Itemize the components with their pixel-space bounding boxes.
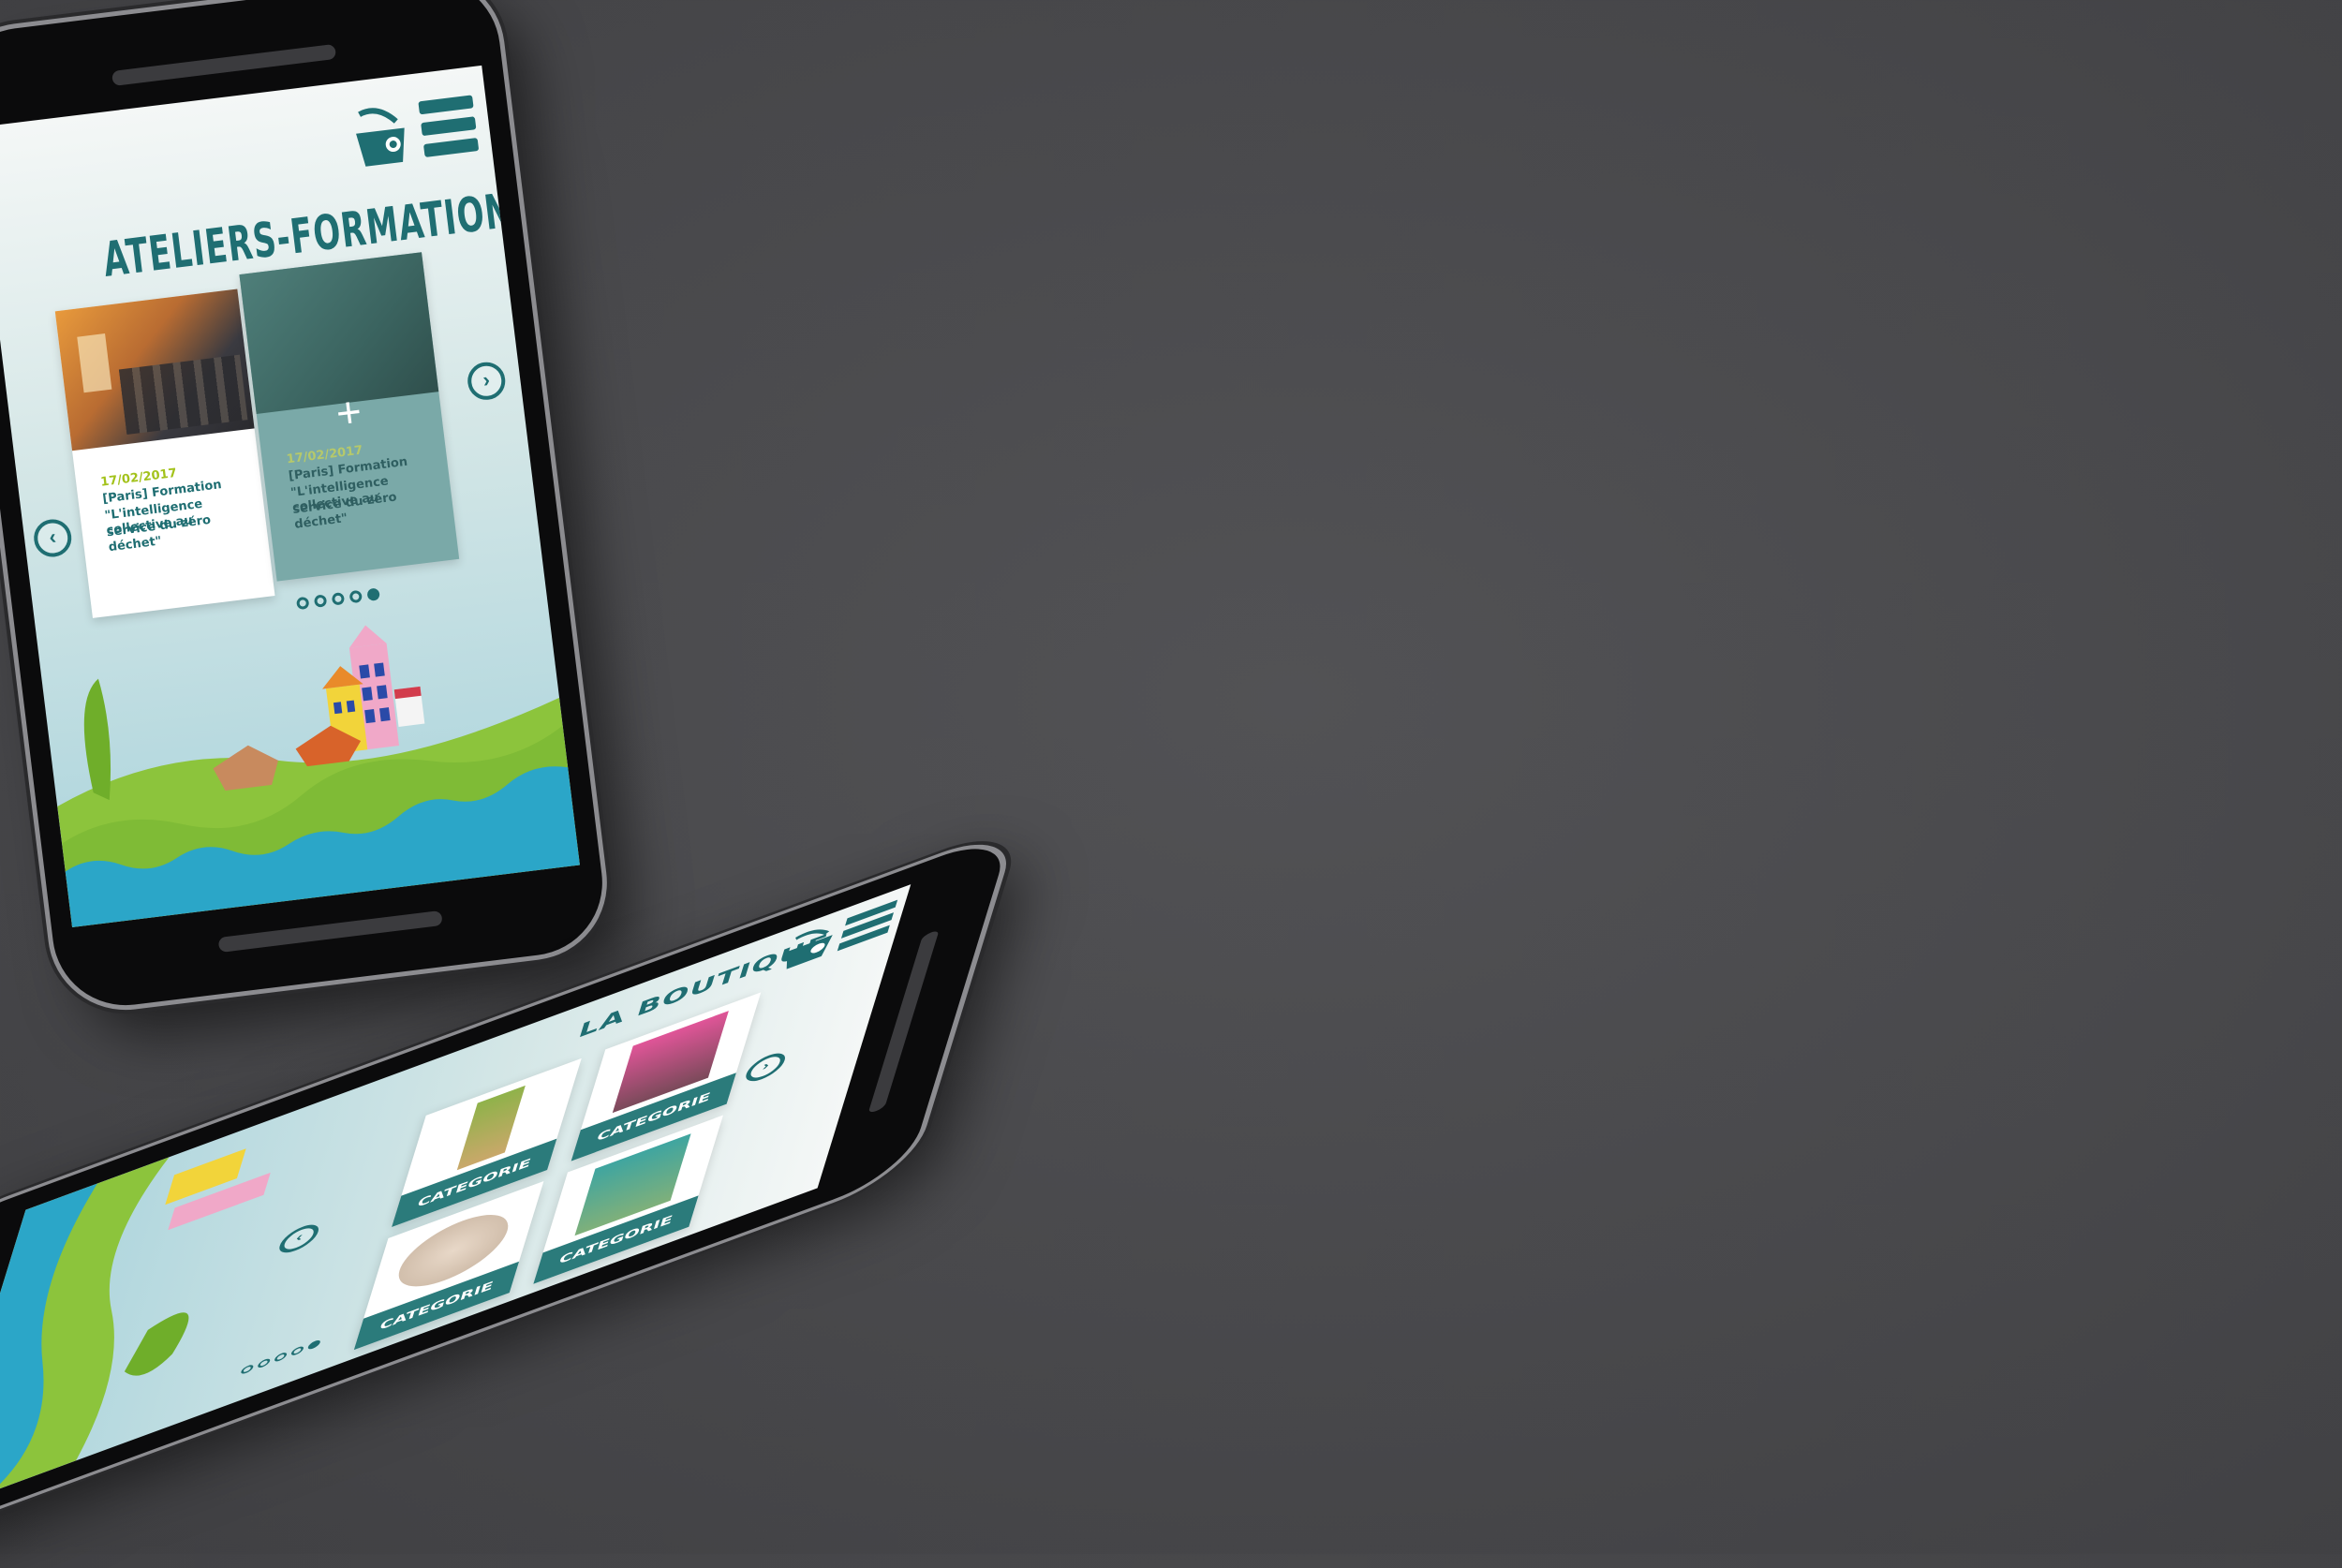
pagination-dot[interactable] xyxy=(273,1351,289,1364)
pagination-dot[interactable] xyxy=(289,1344,305,1357)
hamburger-menu-icon[interactable] xyxy=(837,899,898,952)
pagination-dot[interactable] xyxy=(348,589,363,604)
pagination-dot-active[interactable] xyxy=(306,1339,321,1351)
category-card[interactable]: CATEGORIE xyxy=(533,1115,723,1284)
event-card-hovered[interactable]: + 17/02/2017 [Paris] Formation "L'intell… xyxy=(239,252,460,582)
carousel-next-button[interactable]: › xyxy=(742,1048,789,1087)
pagination-dot[interactable] xyxy=(295,596,310,611)
carousel-prev-button[interactable]: ‹ xyxy=(31,517,74,559)
earpiece-speaker xyxy=(111,43,337,86)
landscape-illustration xyxy=(0,1148,271,1514)
bottom-speaker xyxy=(217,910,443,954)
plus-icon[interactable]: + xyxy=(328,387,370,438)
event-photo xyxy=(54,288,255,451)
carousel-pagination xyxy=(295,587,380,611)
basket-icon[interactable] xyxy=(777,920,840,975)
carousel-next-button[interactable]: › xyxy=(465,360,508,403)
phone-ateliers: ATELIERS-FORMATIONS ‹ › 17/02/2017 [Pari… xyxy=(0,0,611,1014)
screen-ateliers: ATELIERS-FORMATIONS ‹ › 17/02/2017 [Pari… xyxy=(0,65,580,928)
landscape-illustration xyxy=(57,625,580,928)
carousel-prev-button[interactable]: ‹ xyxy=(275,1220,322,1258)
pagination-dot[interactable] xyxy=(240,1363,255,1376)
pagination-dot[interactable] xyxy=(257,1357,272,1369)
pagination-dot-active[interactable] xyxy=(366,587,380,601)
hamburger-menu-icon[interactable] xyxy=(418,95,480,159)
pagination-dot[interactable] xyxy=(313,594,328,608)
category-card[interactable]: CATEGORIE xyxy=(353,1180,544,1351)
carousel-pagination xyxy=(240,1339,321,1376)
event-card[interactable]: 17/02/2017 [Paris] Formation "L'intellig… xyxy=(54,288,275,618)
phone-body: ATELIERS-FORMATIONS ‹ › 17/02/2017 [Pari… xyxy=(0,0,611,1014)
pagination-dot[interactable] xyxy=(331,592,346,606)
basket-icon[interactable] xyxy=(349,103,413,171)
